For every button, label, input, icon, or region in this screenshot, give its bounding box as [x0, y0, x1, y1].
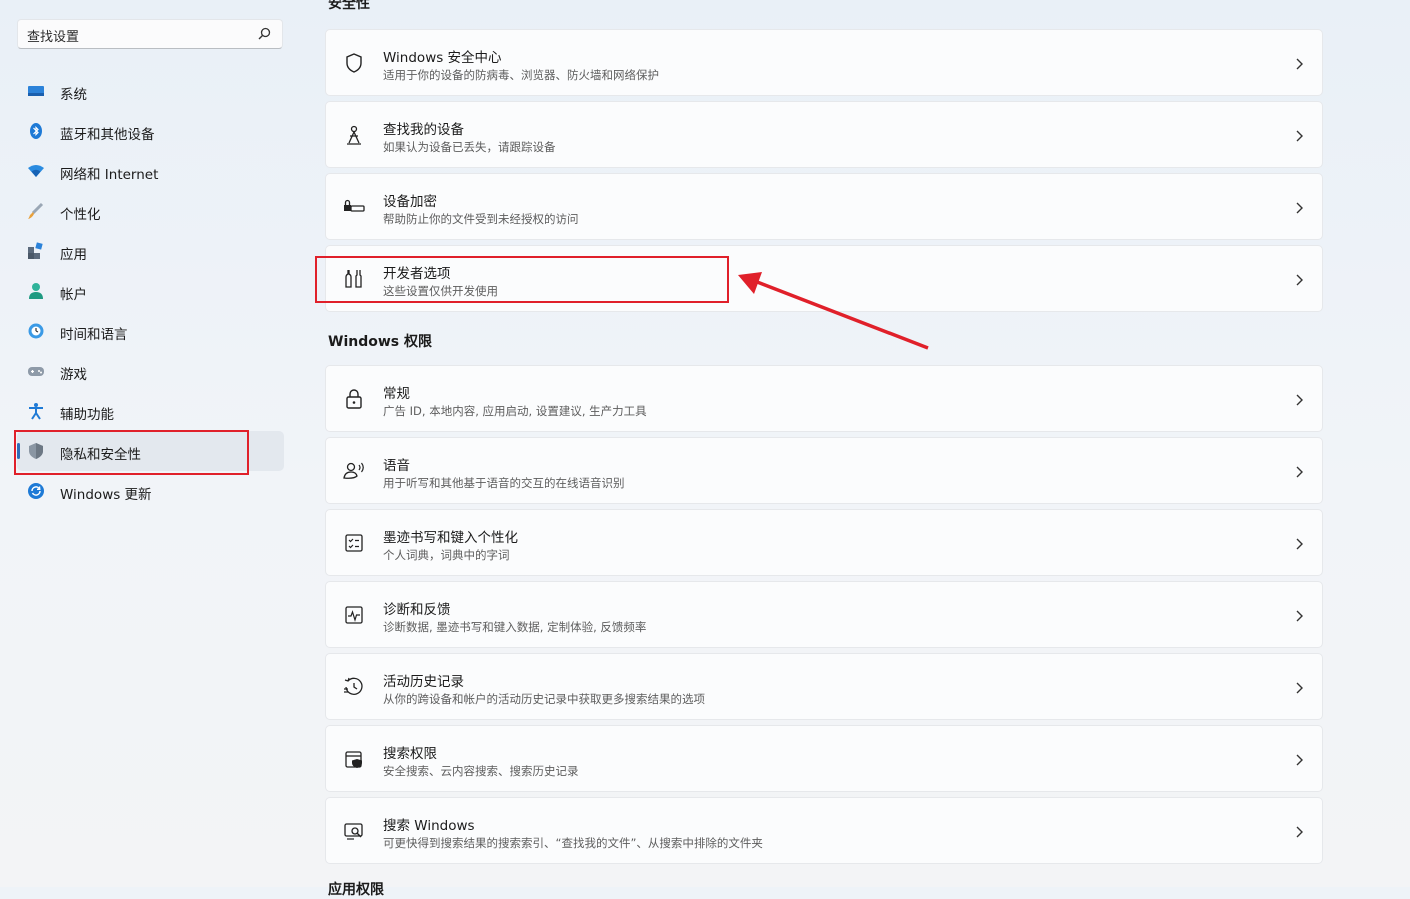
search-icon[interactable] [256, 26, 272, 42]
card-subtitle: 帮助防止你的文件受到未经授权的访问 [383, 212, 579, 226]
card-title: 搜索权限 [383, 746, 437, 762]
sidebar-item-apps[interactable]: 应用 [17, 231, 284, 271]
annotation-arrow [738, 272, 929, 350]
gamepad-icon [28, 367, 44, 376]
card-subtitle: 从你的跨设备和帐户的活动历史记录中获取更多搜索结果的选项 [383, 692, 705, 706]
account-icon [29, 283, 43, 299]
search-windows-icon [344, 823, 363, 840]
sidebar-item-label: 蓝牙和其他设备 [60, 127, 155, 143]
search-input[interactable]: 查找设置 [27, 26, 79, 45]
card-title: 常规 [383, 386, 410, 402]
system-icon [28, 86, 44, 96]
chevron-right-icon [1296, 682, 1303, 694]
chevron-right-icon [1296, 538, 1303, 550]
sidebar-item-bluetooth[interactable]: 蓝牙和其他设备 [17, 111, 284, 151]
chevron-right-icon [1296, 58, 1303, 70]
sidebar-item-system[interactable]: 系统 [17, 71, 284, 111]
sidebar-item-label: 网络和 Internet [60, 167, 159, 183]
card-find-my-device[interactable]: 查找我的设备 如果认为设备已丢失，请跟踪设备 [325, 101, 1323, 168]
card-subtitle: 可更快得到搜索结果的搜索索引、“查找我的文件”、从搜索中排除的文件夹 [383, 836, 763, 850]
search-box[interactable]: 查找设置 [17, 19, 283, 49]
card-activity-history[interactable]: 活动历史记录 从你的跨设备和帐户的活动历史记录中获取更多搜索结果的选项 [325, 653, 1323, 720]
chevron-right-icon [1296, 274, 1303, 286]
section-heading-security: 安全性 [328, 0, 370, 12]
sidebar-item-label: 个性化 [60, 207, 101, 223]
card-title: 活动历史记录 [383, 674, 464, 690]
sidebar-item-accessibility[interactable]: 辅助功能 [17, 391, 284, 431]
card-title: Windows 安全中心 [383, 50, 502, 66]
card-device-encryption[interactable]: 设备加密 帮助防止你的文件受到未经授权的访问 [325, 173, 1323, 240]
sidebar-item-label: 帐户 [60, 287, 87, 303]
shield-outline-icon [346, 53, 362, 73]
checklist-icon [345, 534, 363, 552]
sidebar-item-gaming[interactable]: 游戏 [17, 351, 284, 391]
card-title: 查找我的设备 [383, 122, 464, 138]
chevron-right-icon [1296, 466, 1303, 478]
chevron-right-icon [1296, 130, 1303, 142]
card-title: 墨迹书写和键入个性化 [383, 530, 518, 546]
clock-globe-icon [28, 323, 44, 339]
card-search-permissions[interactable]: 搜索权限 安全搜索、云内容搜索、搜索历史记录 [325, 725, 1323, 792]
sidebar-item-accounts[interactable]: 帐户 [17, 271, 284, 311]
card-subtitle: 用于听写和其他基于语音的交互的在线语音识别 [383, 476, 625, 490]
person-locate-icon [347, 125, 361, 145]
card-diagnostics-feedback[interactable]: 诊断和反馈 诊断数据, 墨迹书写和键入数据, 定制体验, 反馈频率 [325, 581, 1323, 648]
sidebar-item-network[interactable]: 网络和 Internet [17, 151, 284, 191]
sidebar-item-personalization[interactable]: 个性化 [17, 191, 284, 231]
card-general[interactable]: 常规 广告 ID, 本地内容, 应用启动, 设置建议, 生产力工具 [325, 365, 1323, 432]
card-subtitle: 诊断数据, 墨迹书写和键入数据, 定制体验, 反馈频率 [383, 620, 647, 634]
sidebar-item-label: 游戏 [60, 367, 87, 383]
card-search-windows[interactable]: 搜索 Windows 可更快得到搜索结果的搜索索引、“查找我的文件”、从搜索中排… [325, 797, 1323, 864]
chevron-right-icon [1296, 202, 1303, 214]
sidebar-item-label: 应用 [60, 247, 87, 263]
lock-icon [346, 389, 362, 409]
wifi-icon [28, 165, 44, 177]
sidebar-item-label: 辅助功能 [60, 407, 114, 423]
chevron-right-icon [1296, 826, 1303, 838]
brush-icon [28, 202, 44, 219]
card-title: 诊断和反馈 [383, 602, 451, 618]
update-icon [28, 483, 44, 499]
card-title: 语音 [383, 458, 410, 474]
card-subtitle: 如果认为设备已丢失，请跟踪设备 [383, 140, 556, 154]
search-permission-icon [345, 751, 362, 768]
sidebar-item-label: 系统 [60, 87, 87, 103]
apps-icon [28, 242, 43, 259]
card-speech[interactable]: 语音 用于听写和其他基于语音的交互的在线语音识别 [325, 437, 1323, 504]
card-subtitle: 广告 ID, 本地内容, 应用启动, 设置建议, 生产力工具 [383, 404, 647, 418]
card-title: 设备加密 [383, 194, 437, 210]
chevron-right-icon [1296, 394, 1303, 406]
annotation-box-privacy [14, 430, 249, 475]
card-subtitle: 适用于你的设备的防病毒、浏览器、防火墙和网络保护 [383, 68, 659, 82]
section-heading-windows-permissions: Windows 权限 [328, 334, 432, 350]
card-title: 搜索 Windows [383, 818, 475, 834]
chevron-right-icon [1296, 610, 1303, 622]
annotation-box-developer-options [315, 256, 729, 303]
speech-icon [343, 462, 364, 479]
sidebar-item-time-language[interactable]: 时间和语言 [17, 311, 284, 351]
card-inking-typing[interactable]: 墨迹书写和键入个性化 个人词典，词典中的字词 [325, 509, 1323, 576]
drive-lock-icon [344, 199, 365, 212]
history-icon [344, 677, 363, 695]
bluetooth-icon [30, 123, 42, 139]
card-windows-security[interactable]: Windows 安全中心 适用于你的设备的防病毒、浏览器、防火墙和网络保护 [325, 29, 1323, 96]
sidebar-item-label: 时间和语言 [60, 327, 128, 343]
diagnostics-icon [345, 606, 363, 624]
section-heading-app-permissions: 应用权限 [328, 882, 384, 898]
card-subtitle: 个人词典，词典中的字词 [383, 548, 510, 562]
accessibility-icon [29, 403, 43, 420]
sidebar-item-label: Windows 更新 [60, 487, 152, 503]
chevron-right-icon [1296, 754, 1303, 766]
sidebar-item-windows-update[interactable]: Windows 更新 [17, 471, 284, 511]
card-subtitle: 安全搜索、云内容搜索、搜索历史记录 [383, 764, 579, 778]
